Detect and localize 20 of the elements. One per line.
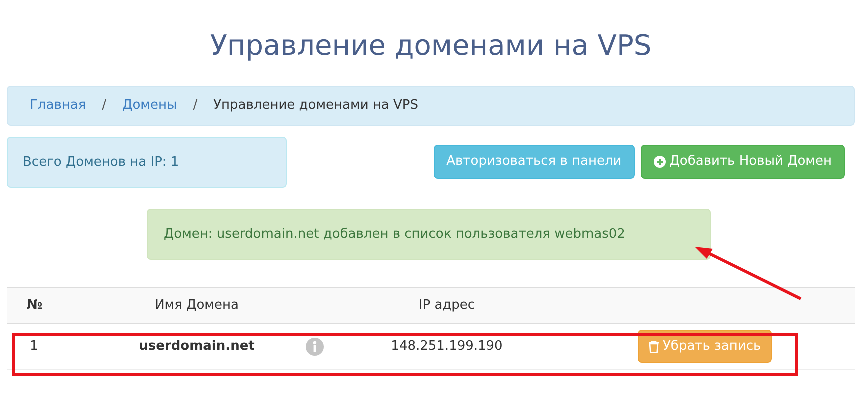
add-domain-button[interactable]: Добавить Новый Домен (640, 145, 845, 179)
breadcrumb-link[interactable]: Главная (30, 96, 86, 116)
breadcrumb-separator: / (192, 97, 199, 116)
info-icon[interactable] (306, 338, 324, 356)
domain-name: userdomain.net (139, 338, 255, 354)
column-header: IP адрес (418, 298, 476, 313)
login-panel-button[interactable]: Авторизоваться в панели (434, 145, 635, 179)
breadcrumb-separator: / (101, 97, 108, 116)
page-title: Управление доменами на VPS (210, 28, 652, 64)
column-header: № (27, 298, 43, 313)
breadcrumb-current: Управление доменами на VPS (214, 97, 418, 116)
ip-address: 148.251.199.190 (391, 338, 503, 354)
breadcrumb-link[interactable]: Домены (122, 96, 178, 116)
remove-record-button[interactable]: Убрать запись (638, 330, 772, 363)
column-header: Имя Домена (155, 298, 239, 313)
plus-circle-icon (654, 156, 666, 168)
summary-text: Всего Доменов на IP: 1 (23, 154, 180, 172)
trash-icon (649, 340, 659, 352)
alert-text: Домен: userdomain.net добавлен в список пользователя webmas02 (164, 226, 626, 244)
row-number: 1 (30, 338, 38, 354)
